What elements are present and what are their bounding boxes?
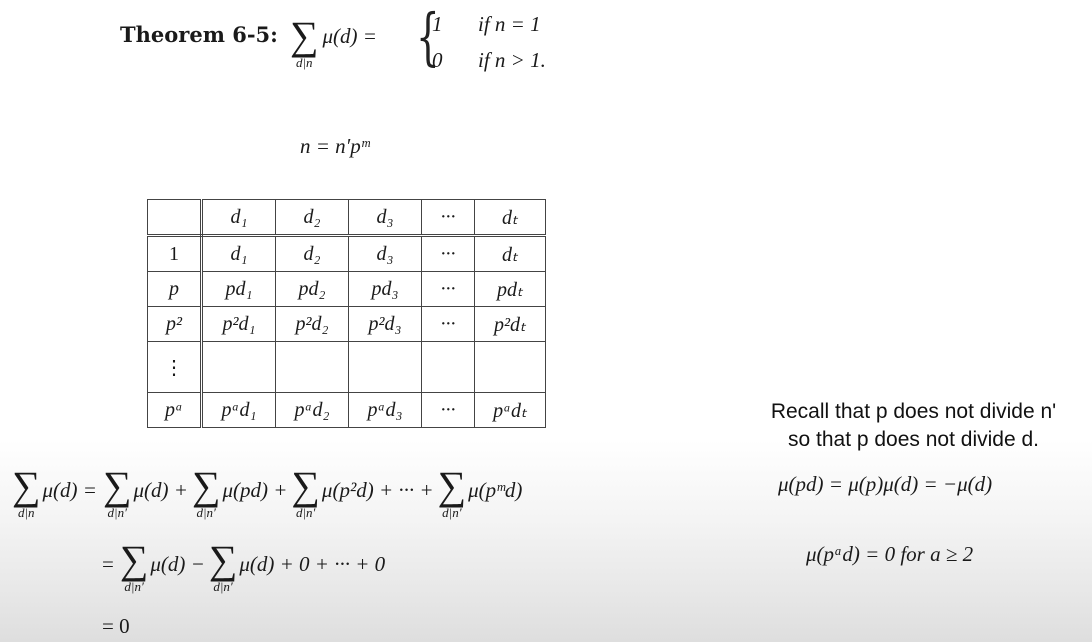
table-cell: p xyxy=(147,271,203,307)
table-row: p² p²d₁ p²d₂ p²d₃ ··· p²dₜ xyxy=(147,306,546,342)
sum-symbol: ∑ d|n′ xyxy=(191,463,221,520)
mu-pad-equation: μ(pᵃd) = 0 for a ≥ 2 xyxy=(806,542,974,566)
table-cell: pd₁ xyxy=(201,271,276,307)
table-cell xyxy=(147,199,203,237)
table-cell: d₁ xyxy=(201,235,276,272)
table-cell: d₃ xyxy=(348,235,422,272)
table-row: p pd₁ pd₂ pd₃ ··· pdₜ xyxy=(147,271,546,307)
case-2-value: 0 xyxy=(432,48,443,72)
table-cell: ··· xyxy=(421,392,475,428)
derivation-line-3: = 0 xyxy=(102,614,130,638)
table-cell: dₜ xyxy=(474,235,546,272)
table-cell xyxy=(474,341,546,393)
derivation-line-2: = ∑ d|n′ μ(d) − ∑ d|n′ μ(d) + 0 + ··· + 0 xyxy=(102,540,389,594)
derivation-line-1: ∑ d|n μ(d) = ∑ d|n′ μ(d) + ∑ d|n′ μ(pd) + ∑… xyxy=(12,466,526,520)
recall-note-line-1: Recall that p does not divide n' xyxy=(770,400,1057,423)
table-row: 1 d₁ d₂ d₃ ··· dₜ xyxy=(147,235,546,272)
table-cell: d₁ xyxy=(201,199,276,237)
sum-symbol: ∑ d|n′ xyxy=(119,537,149,594)
theorem-sum: ∑ d|n μ(d) = xyxy=(290,16,377,70)
table-cell: pᵃ xyxy=(147,392,203,428)
table-cell xyxy=(201,341,276,393)
table-cell: p²dₜ xyxy=(474,306,546,342)
table-cell: pd₂ xyxy=(275,271,349,307)
sum-symbol: ∑ d|n′ xyxy=(291,463,320,520)
sum-symbol: ∑ d|n′ xyxy=(102,463,132,520)
sum-symbol: ∑ d|n′ xyxy=(437,463,467,520)
sum-symbol: ∑ d|n xyxy=(12,463,41,520)
table-cell: pdₜ xyxy=(474,271,546,307)
table-cell: p² xyxy=(147,306,203,342)
table-cell: p²d₁ xyxy=(201,306,276,342)
table-cell: 1 xyxy=(147,235,203,272)
table-cell: pᵃd₂ xyxy=(275,392,349,428)
table-cell xyxy=(348,341,422,393)
table-cell xyxy=(421,341,475,393)
table-cell: dₜ xyxy=(474,199,546,237)
table-cell xyxy=(275,341,349,393)
table-header-row: d₁ d₂ d₃ ··· dₜ xyxy=(147,199,546,237)
sum-symbol: ∑ d|n′ xyxy=(208,537,238,594)
derivation-lhs: μ(d) = xyxy=(42,478,97,502)
table-cell: ··· xyxy=(421,199,475,237)
table-cell: ··· xyxy=(421,306,475,342)
case-1-value: 1 xyxy=(432,12,443,36)
table-cell: pᵃd₃ xyxy=(348,392,422,428)
divisor-table: d₁ d₂ d₃ ··· dₜ 1 d₁ d₂ d₃ ··· dₜ p pd₁ … xyxy=(147,199,546,428)
derivation-term: μ(d) + 0 + ··· + 0 xyxy=(239,552,386,576)
table-cell: pᵃdₜ xyxy=(474,392,546,428)
table-cell: ··· xyxy=(421,271,475,307)
table-cell: d₂ xyxy=(275,199,349,237)
case-1-condition: if n = 1 xyxy=(478,12,541,36)
derivation-term: μ(d) − xyxy=(150,552,205,576)
case-2-condition: if n > 1. xyxy=(478,48,546,72)
table-cell: ⋮ xyxy=(147,341,203,393)
table-cell: pᵃd₁ xyxy=(201,392,276,428)
table-cell: p²d₂ xyxy=(275,306,349,342)
mu-pd-equation: μ(pd) = μ(p)μ(d) = −μ(d) xyxy=(778,472,993,496)
derivation-term: μ(pᵐd) xyxy=(468,478,523,502)
derivation-term: μ(d) + xyxy=(133,478,188,502)
table-cell: pd₃ xyxy=(348,271,422,307)
equals-sign: = xyxy=(102,552,114,576)
theorem-label: Theorem 6-5: xyxy=(120,22,278,47)
table-cell: p²d₃ xyxy=(348,306,422,342)
table-cell: d₂ xyxy=(275,235,349,272)
table-cell: ··· xyxy=(421,235,475,272)
derivation-term: μ(p²d) + ··· + xyxy=(321,478,434,502)
table-row: pᵃ pᵃd₁ pᵃd₂ pᵃd₃ ··· pᵃdₜ xyxy=(147,392,546,428)
table-cell: d₃ xyxy=(348,199,422,237)
factorization-equation: n = n′pᵐ xyxy=(300,134,370,158)
table-row: ⋮ xyxy=(147,341,546,393)
sum-symbol: ∑ d|n xyxy=(290,13,319,70)
derivation-term: μ(pd) + xyxy=(222,478,288,502)
recall-note-line-2: so that p does not divide d. xyxy=(787,428,1039,451)
theorem-lhs: μ(d) = xyxy=(322,23,377,48)
sum-index: d|n xyxy=(295,55,313,70)
